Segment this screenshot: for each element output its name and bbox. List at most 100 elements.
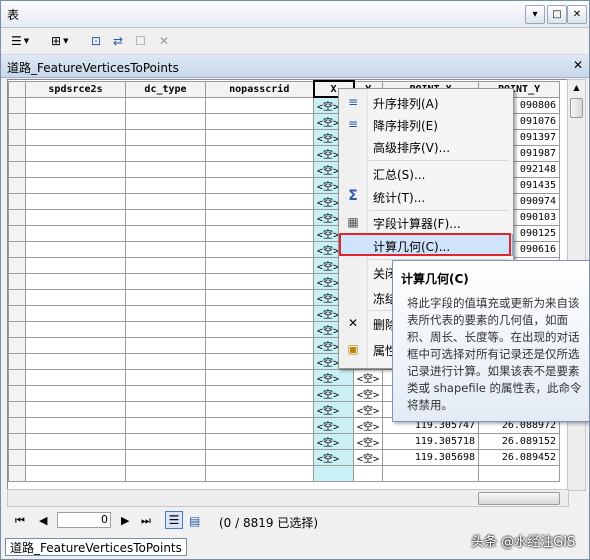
first-record-icon[interactable]: ⏮: [15, 514, 25, 528]
row-header-corner[interactable]: [8, 80, 26, 98]
table-cell[interactable]: [125, 209, 206, 226]
table-cell[interactable]: [25, 289, 126, 306]
table-cell[interactable]: <空>: [352, 369, 384, 386]
scroll-up-arrow-icon[interactable]: ▲: [568, 80, 585, 96]
table-tab-title[interactable]: 道路_FeatureVerticesToPoints: [7, 59, 179, 76]
table-cell[interactable]: [25, 113, 126, 130]
table-cell[interactable]: [125, 96, 206, 114]
table-cell[interactable]: [205, 433, 314, 450]
table-cell[interactable]: <空>: [352, 385, 384, 402]
table-cell[interactable]: [125, 305, 206, 322]
row-header[interactable]: [8, 449, 26, 466]
row-header[interactable]: [8, 161, 26, 178]
table-cell[interactable]: [25, 209, 126, 226]
table-cell[interactable]: [205, 209, 314, 226]
table-cell[interactable]: [25, 273, 126, 290]
table-cell[interactable]: [25, 433, 126, 450]
row-header[interactable]: [8, 225, 26, 242]
table-cell[interactable]: [205, 337, 314, 354]
row-header[interactable]: [8, 177, 26, 194]
table-cell[interactable]: [382, 465, 480, 482]
table-cell[interactable]: [25, 241, 126, 258]
show-selected-records-icon[interactable]: ▤: [189, 514, 200, 528]
close-window-button[interactable]: ✕: [567, 5, 587, 24]
table-cell[interactable]: [205, 145, 314, 162]
table-cell[interactable]: <空>: [313, 433, 354, 450]
table-cell[interactable]: [125, 321, 206, 338]
table-cell[interactable]: [25, 337, 126, 354]
table-cell[interactable]: [352, 465, 384, 482]
table-cell[interactable]: [25, 321, 126, 338]
current-record-input[interactable]: 0: [57, 512, 111, 528]
column-header-spdsrce2s[interactable]: spdsrce2s: [25, 80, 126, 98]
row-header[interactable]: [8, 369, 26, 386]
row-header[interactable]: [8, 209, 26, 226]
show-all-records-icon[interactable]: ☰: [165, 511, 183, 529]
table-cell[interactable]: [25, 353, 126, 370]
table-cell[interactable]: [125, 417, 206, 434]
table-cell[interactable]: [25, 225, 126, 242]
row-header[interactable]: [8, 145, 26, 162]
bottom-table-tab[interactable]: 道路_FeatureVerticesToPoints: [5, 538, 187, 556]
table-cell[interactable]: [125, 161, 206, 178]
table-cell[interactable]: [205, 321, 314, 338]
table-cell[interactable]: [205, 161, 314, 178]
row-header[interactable]: [8, 129, 26, 146]
table-cell[interactable]: [125, 337, 206, 354]
table-cell[interactable]: [205, 305, 314, 322]
row-header[interactable]: [8, 401, 26, 418]
table-cell[interactable]: [125, 257, 206, 274]
table-cell[interactable]: [125, 225, 206, 242]
close-tab-icon[interactable]: ✕: [573, 58, 583, 72]
table-cell[interactable]: [205, 177, 314, 194]
table-cell[interactable]: [25, 193, 126, 210]
row-header[interactable]: [8, 193, 26, 210]
table-cell[interactable]: [125, 401, 206, 418]
menu-item-summarize[interactable]: 汇总(S)...: [339, 162, 513, 184]
column-header-nopasscrid[interactable]: nopasscrid: [205, 80, 314, 98]
table-cell[interactable]: [25, 129, 126, 146]
table-cell[interactable]: [125, 241, 206, 258]
table-cell[interactable]: [25, 257, 126, 274]
window-menu-button[interactable]: ▾: [525, 5, 545, 24]
menu-item-sort-descending[interactable]: ≡ 降序排列(E): [339, 113, 513, 135]
table-cell[interactable]: [25, 96, 126, 114]
restore-button[interactable]: □: [547, 5, 567, 24]
table-cell[interactable]: [125, 369, 206, 386]
table-cell[interactable]: [25, 145, 126, 162]
table-cell[interactable]: 26.089152: [478, 433, 561, 450]
menu-item-advanced-sort[interactable]: 高级排序(V)...: [339, 135, 513, 157]
delete-selected-button[interactable]: ✕: [159, 32, 169, 50]
row-header[interactable]: [8, 273, 26, 290]
table-cell[interactable]: [205, 96, 314, 114]
row-header[interactable]: [8, 465, 26, 482]
table-cell[interactable]: [205, 449, 314, 466]
table-cell[interactable]: [25, 449, 126, 466]
table-cell[interactable]: [205, 369, 314, 386]
column-header-dc-type[interactable]: dc_type: [125, 80, 206, 98]
menu-item-sort-ascending[interactable]: ≡ 升序排列(A): [339, 91, 513, 113]
table-cell[interactable]: [478, 465, 561, 482]
table-cell[interactable]: [205, 257, 314, 274]
table-cell[interactable]: [25, 161, 126, 178]
table-cell[interactable]: <空>: [352, 433, 384, 450]
clear-selection-button[interactable]: ☐: [135, 32, 146, 50]
table-cell[interactable]: [25, 417, 126, 434]
table-cell[interactable]: <空>: [313, 385, 354, 402]
previous-record-icon[interactable]: ◀: [39, 514, 47, 527]
table-cell[interactable]: [125, 289, 206, 306]
row-header[interactable]: [8, 289, 26, 306]
next-record-icon[interactable]: ▶: [121, 514, 129, 527]
table-cell[interactable]: [205, 113, 314, 130]
table-cell[interactable]: [125, 113, 206, 130]
table-cell[interactable]: <空>: [352, 401, 384, 418]
row-header[interactable]: [8, 321, 26, 338]
menu-item-statistics[interactable]: Σ 统计(T)...: [339, 185, 513, 207]
table-cell[interactable]: [125, 449, 206, 466]
row-header[interactable]: [8, 241, 26, 258]
vertical-scroll-thumb[interactable]: [570, 98, 583, 118]
row-header[interactable]: [8, 353, 26, 370]
table-cell[interactable]: [205, 129, 314, 146]
table-cell[interactable]: [313, 465, 354, 482]
table-cell[interactable]: [205, 417, 314, 434]
